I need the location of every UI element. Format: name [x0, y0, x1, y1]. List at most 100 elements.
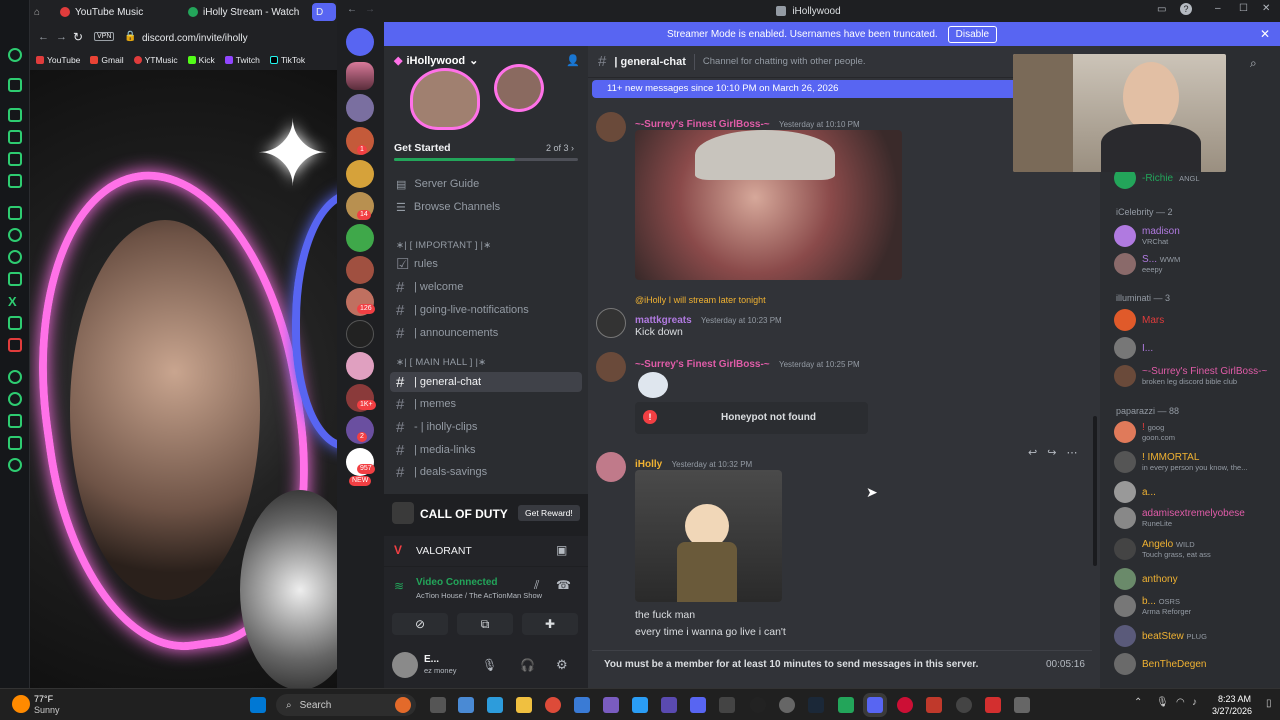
- reload-icon[interactable]: ↻: [73, 30, 83, 44]
- channel-media-links[interactable]: # | media-links: [396, 440, 476, 460]
- server-icon[interactable]: [346, 320, 374, 348]
- server-icon-ihollywood[interactable]: [346, 62, 374, 90]
- avatar[interactable]: [392, 652, 418, 678]
- channel-general-chat[interactable]: # | general-chat: [390, 372, 582, 392]
- stream-video[interactable]: ✦: [30, 70, 337, 688]
- weather-temp[interactable]: 77°F: [34, 694, 53, 704]
- chrome-icon[interactable]: [545, 697, 561, 713]
- member-item[interactable]: ! goog goon.com: [1114, 420, 1274, 444]
- member-item[interactable]: I...: [1114, 336, 1274, 360]
- avatar[interactable]: [596, 352, 626, 382]
- shop-icon[interactable]: [8, 152, 22, 166]
- settings-icon[interactable]: [8, 458, 22, 472]
- member-item[interactable]: beatStew PLUG: [1114, 624, 1274, 648]
- x-icon[interactable]: X: [8, 294, 22, 309]
- search-icon[interactable]: ⌕: [1250, 56, 1257, 71]
- tab-youtube-music[interactable]: YouTube Music: [60, 3, 170, 21]
- server-icon[interactable]: [346, 94, 374, 122]
- discord-icon[interactable]: [867, 697, 883, 713]
- opera-icon[interactable]: [897, 697, 913, 713]
- tab-iholly-stream[interactable]: iHolly Stream - Watch: [188, 3, 308, 21]
- message-gif[interactable]: [635, 470, 782, 602]
- steam-icon[interactable]: [808, 697, 824, 713]
- bookmark-gmail[interactable]: Gmail: [90, 55, 124, 65]
- app-icon[interactable]: [779, 697, 795, 713]
- server-guide[interactable]: ▤ Server Guide: [396, 174, 479, 194]
- category-main-hall[interactable]: ∗| [ MAIN HALL ] |∗: [396, 357, 486, 368]
- message-image[interactable]: [635, 130, 902, 280]
- channel-rules[interactable]: ☑ rules: [396, 254, 438, 274]
- member-item[interactable]: b... OSRS Arma Reforger: [1114, 594, 1274, 618]
- author-name[interactable]: ~-Surrey's Finest GirlBoss-~: [635, 119, 770, 130]
- signal-icon[interactable]: ≋: [394, 579, 404, 593]
- voice-location[interactable]: AcTion House / The AcTionMan Show: [416, 591, 542, 600]
- disconnect-icon[interactable]: ☎: [556, 578, 571, 592]
- channel-topic[interactable]: Channel for chatting with other people.: [703, 56, 866, 67]
- avatar[interactable]: [596, 112, 626, 142]
- gx-icon[interactable]: [8, 78, 22, 92]
- reply-preview[interactable]: @iHolly I will stream later tonight: [635, 295, 766, 305]
- invite-icon[interactable]: 👤: [566, 54, 580, 67]
- server-icon[interactable]: [346, 224, 374, 252]
- mic-tray-icon[interactable]: 🎙: [1156, 697, 1169, 708]
- avatar[interactable]: [596, 308, 626, 338]
- camera-icon[interactable]: [1014, 697, 1030, 713]
- maximize-icon[interactable]: ☐: [1239, 3, 1248, 14]
- download-icon[interactable]: [8, 414, 22, 428]
- author-name[interactable]: mattkgreats: [635, 315, 692, 326]
- member-item[interactable]: madison VRChat: [1114, 224, 1274, 248]
- back-icon[interactable]: ←: [38, 31, 49, 43]
- inbox-icon[interactable]: ▭: [1157, 4, 1166, 15]
- app-icon[interactable]: [690, 697, 706, 713]
- member-item[interactable]: Mars: [1114, 308, 1274, 332]
- app-icon[interactable]: [719, 697, 735, 713]
- forward-icon[interactable]: ↪: [1047, 446, 1056, 459]
- sidebar-app-icon[interactable]: [8, 206, 22, 220]
- channel-announcements[interactable]: # | announcements: [396, 323, 498, 343]
- close-icon[interactable]: ✕: [1262, 3, 1270, 14]
- wifi-icon[interactable]: ◠: [1176, 697, 1185, 708]
- minimize-icon[interactable]: –: [1215, 3, 1221, 14]
- app-icon[interactable]: [487, 697, 503, 713]
- activity-icon[interactable]: ▣: [556, 543, 567, 557]
- clock-time[interactable]: 8:23 AM: [1218, 694, 1251, 704]
- record-icon[interactable]: [8, 338, 22, 352]
- bag-icon[interactable]: [8, 130, 22, 144]
- music-icon[interactable]: [8, 174, 22, 188]
- channel-memes[interactable]: # | memes: [396, 394, 456, 414]
- scrollbar[interactable]: [1093, 416, 1097, 566]
- cube-icon[interactable]: [8, 436, 22, 450]
- bookmark-youtube[interactable]: YouTube: [36, 55, 80, 65]
- bookmark-tiktok[interactable]: TikTok: [269, 55, 305, 65]
- bookmark-twitch[interactable]: Twitch: [224, 55, 260, 65]
- search-highlight-icon[interactable]: [395, 697, 411, 713]
- messenger-icon[interactable]: [8, 228, 22, 242]
- member-item[interactable]: anthony: [1114, 567, 1274, 591]
- start-icon[interactable]: [250, 697, 266, 713]
- member-item[interactable]: ! IMMORTAL in every person you know, the.…: [1114, 450, 1274, 474]
- notification-icon[interactable]: ▯: [1266, 698, 1272, 709]
- server-name-dropdown[interactable]: ◆ iHollywood ⌄: [394, 54, 478, 68]
- browse-channels[interactable]: ☰ Browse Channels: [396, 197, 500, 217]
- instagram-icon[interactable]: [8, 272, 22, 286]
- server-icon[interactable]: [346, 160, 374, 188]
- vpn-badge[interactable]: VPN: [94, 32, 115, 41]
- app-icon[interactable]: [603, 697, 619, 713]
- app-icon[interactable]: [750, 697, 766, 713]
- channel-going-live-notifications[interactable]: # | going-live-notifications: [396, 300, 529, 320]
- url-field[interactable]: discord.com/invite/iholly: [142, 30, 357, 47]
- member-item[interactable]: Angelo WILD Touch grass, eat ass: [1114, 537, 1274, 561]
- member-item[interactable]: a...: [1114, 480, 1274, 504]
- close-banner-icon[interactable]: ✕: [1260, 27, 1270, 41]
- author-name[interactable]: ~-Surrey's Finest GirlBoss-~: [635, 359, 770, 370]
- activities-icon[interactable]: ✚: [522, 613, 578, 635]
- app-icon[interactable]: [838, 697, 854, 713]
- member-item[interactable]: BenTheDegen: [1114, 652, 1274, 676]
- reply-icon[interactable]: ↩: [1028, 446, 1037, 459]
- weather-icon[interactable]: [12, 695, 30, 713]
- tray-chevron-icon[interactable]: ⌃: [1134, 697, 1142, 708]
- tab-discord[interactable]: D: [312, 3, 336, 21]
- member-item[interactable]: ~-Surrey's Finest GirlBoss-~ broken leg d…: [1114, 364, 1274, 388]
- server-icon[interactable]: [346, 352, 374, 380]
- app-icon[interactable]: [985, 697, 1001, 713]
